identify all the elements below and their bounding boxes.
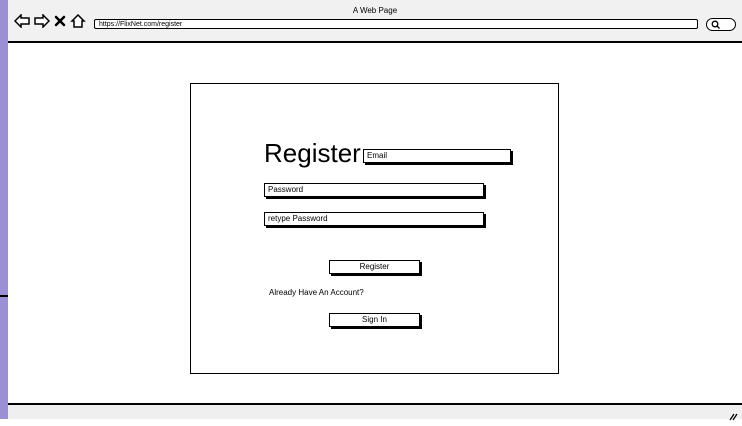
register-card xyxy=(190,83,559,374)
already-have-account-text: Already Have An Account? xyxy=(269,288,364,297)
page-title: Register xyxy=(264,138,361,168)
register-button[interactable]: Register xyxy=(329,260,420,274)
window-title: A Web Page xyxy=(352,6,398,15)
nav-buttons xyxy=(14,14,86,28)
resize-grip-icon[interactable] xyxy=(728,408,738,426)
search-button[interactable] xyxy=(706,18,736,31)
search-icon xyxy=(711,20,720,29)
email-field[interactable]: Email xyxy=(363,149,511,163)
back-arrow-icon[interactable] xyxy=(14,14,30,28)
retype-password-field[interactable]: retype Password xyxy=(264,212,484,226)
password-field[interactable]: Password xyxy=(264,183,484,197)
home-icon[interactable] xyxy=(70,14,86,28)
close-x-icon[interactable] xyxy=(54,15,66,27)
divider xyxy=(0,295,8,297)
status-bar xyxy=(8,403,742,421)
sign-in-button[interactable]: Sign In xyxy=(329,313,420,327)
browser-chrome: A Web Page https://FlixNet.com/register xyxy=(8,0,742,43)
url-input[interactable]: https://FlixNet.com/register xyxy=(94,19,698,29)
forward-arrow-icon[interactable] xyxy=(34,14,50,28)
